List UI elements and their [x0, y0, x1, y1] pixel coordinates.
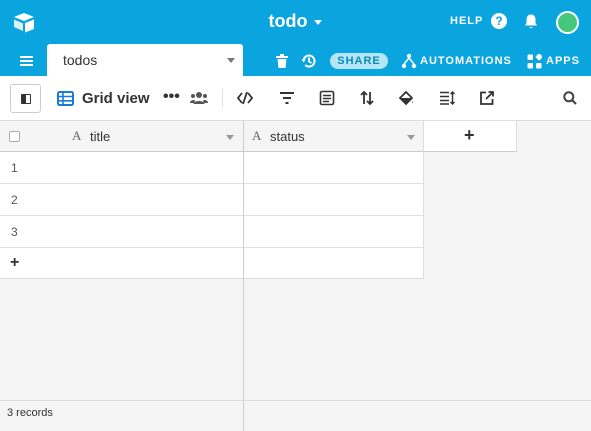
cell-status[interactable]	[244, 216, 424, 248]
search-icon[interactable]	[563, 91, 577, 105]
help-link[interactable]: HELP	[450, 15, 483, 27]
grid-view-icon[interactable]	[57, 91, 74, 106]
base-switcher[interactable]: todo	[269, 11, 323, 32]
record-count: 3 records	[7, 407, 53, 419]
text-field-icon: A	[72, 128, 82, 143]
apps-label: APPS	[546, 55, 580, 67]
sidebar-toggle-button[interactable]	[10, 84, 41, 113]
base-name: todo	[268, 11, 308, 31]
help-icon[interactable]: ?	[491, 13, 507, 29]
airtable-logo-icon[interactable]	[12, 10, 36, 34]
view-name[interactable]: Grid view	[82, 90, 150, 107]
sidebar-toggle-icon	[21, 94, 31, 104]
table-tab-bar: todos SHARE AUTOMATIONS APPS	[0, 44, 591, 76]
history-icon[interactable]	[301, 53, 317, 69]
chevron-down-icon[interactable]	[227, 58, 235, 63]
column-header-status[interactable]: A status	[244, 121, 424, 152]
chevron-down-icon[interactable]	[226, 135, 234, 140]
row-number: 1	[11, 161, 18, 175]
select-all-checkbox[interactable]	[9, 131, 20, 142]
share-view-icon[interactable]	[479, 90, 495, 106]
more-icon[interactable]: •••	[163, 88, 180, 106]
apps-icon	[527, 53, 542, 68]
color-icon[interactable]	[398, 90, 414, 106]
cell-title[interactable]: 1	[0, 152, 243, 184]
add-row-cell[interactable]: +	[0, 248, 243, 279]
caret-down-icon	[314, 20, 323, 25]
automations-button[interactable]: AUTOMATIONS	[401, 53, 512, 69]
text-field-icon: A	[252, 128, 262, 143]
bell-icon[interactable]	[523, 13, 539, 30]
hide-fields-icon[interactable]	[237, 90, 253, 106]
people-icon[interactable]	[190, 91, 208, 105]
footer-divider	[243, 401, 244, 431]
table-tab-label: todos	[63, 52, 98, 68]
table-tab-todos[interactable]: todos	[47, 44, 243, 76]
automations-label: AUTOMATIONS	[420, 55, 512, 67]
row-number: 2	[11, 193, 18, 207]
column-header-label: status	[270, 129, 305, 144]
chevron-down-icon[interactable]	[407, 135, 415, 140]
table-row[interactable]: 2	[0, 184, 424, 216]
group-icon[interactable]	[319, 90, 335, 106]
grid-footer: 3 records	[0, 400, 591, 431]
table-row[interactable]: 1	[0, 152, 424, 184]
filter-icon[interactable]	[279, 90, 295, 106]
add-field-button[interactable]: +	[424, 121, 517, 152]
cell-status[interactable]	[244, 184, 424, 216]
avatar[interactable]	[556, 11, 579, 34]
automations-icon	[401, 53, 417, 69]
row-number: 3	[11, 225, 18, 239]
top-header: todo HELP ?	[0, 0, 591, 44]
plus-icon: +	[10, 254, 20, 271]
table-row[interactable]: 3	[0, 216, 424, 248]
view-toolbar: Grid view •••	[0, 76, 591, 121]
apps-button[interactable]: APPS	[527, 53, 580, 69]
sort-icon[interactable]	[359, 90, 375, 106]
cell-title[interactable]: 3	[0, 216, 243, 248]
trash-icon[interactable]	[276, 54, 288, 68]
column-header-label: title	[90, 129, 111, 144]
toolbar-divider	[222, 89, 223, 107]
add-row-cell-right[interactable]	[244, 248, 424, 279]
row-height-icon[interactable]	[439, 90, 455, 106]
share-button[interactable]: SHARE	[330, 53, 388, 69]
plus-icon: +	[464, 125, 475, 145]
hamburger-icon[interactable]	[20, 56, 33, 66]
column-header-title[interactable]: A title	[0, 121, 243, 152]
cell-status[interactable]	[244, 152, 424, 184]
add-row-button[interactable]: +	[0, 248, 424, 279]
cell-title[interactable]: 2	[0, 184, 243, 216]
